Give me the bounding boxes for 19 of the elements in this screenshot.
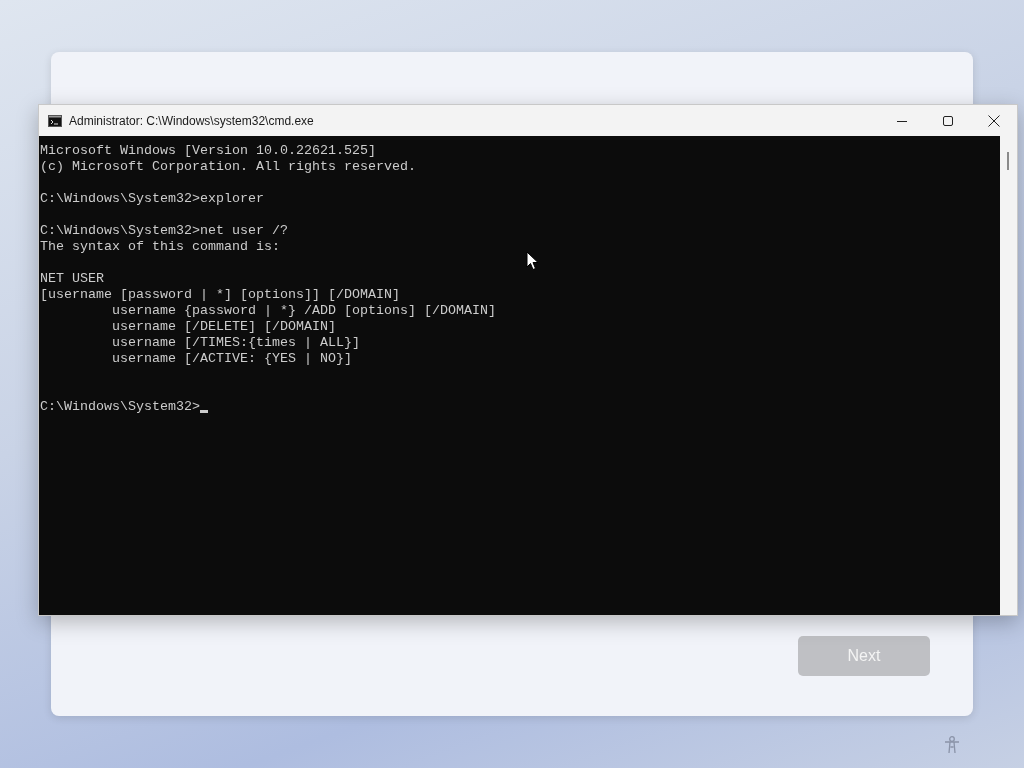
console-line: username {password | *} /ADD [options] [/DOMAIN] xyxy=(110,303,496,319)
terminal-icon xyxy=(48,114,62,127)
close-icon xyxy=(988,114,1000,127)
command-prompt: C:\Windows\System32> xyxy=(40,399,200,415)
mouse-pointer-icon xyxy=(526,251,539,271)
console-line: [username [password | *] [options]] [/DOMAIN] xyxy=(40,287,400,303)
window-title: Administrator: C:\Windows\system32\cmd.exe xyxy=(69,113,315,128)
scrollbar[interactable] xyxy=(1000,136,1017,615)
console-line: Microsoft Windows [Version 10.0.22621.525] xyxy=(40,143,376,159)
console-line: The syntax of this command is: xyxy=(40,239,280,255)
console-line: username [/DELETE] [/DOMAIN] xyxy=(110,319,336,335)
accessibility-icon[interactable] xyxy=(942,735,962,755)
console-line: NET USER xyxy=(40,271,104,287)
console-line: C:\Windows\System32>explorer xyxy=(40,191,264,207)
console-line: username [/ACTIVE: {YES | NO}] xyxy=(110,351,352,367)
console-line: C:\Windows\System32>net user /? xyxy=(40,223,288,239)
console-line: username [/TIMES:{times | ALL}] xyxy=(110,335,360,351)
maximize-icon xyxy=(943,115,953,126)
console-line: (c) Microsoft Corporation. All rights reserved. xyxy=(40,159,416,175)
